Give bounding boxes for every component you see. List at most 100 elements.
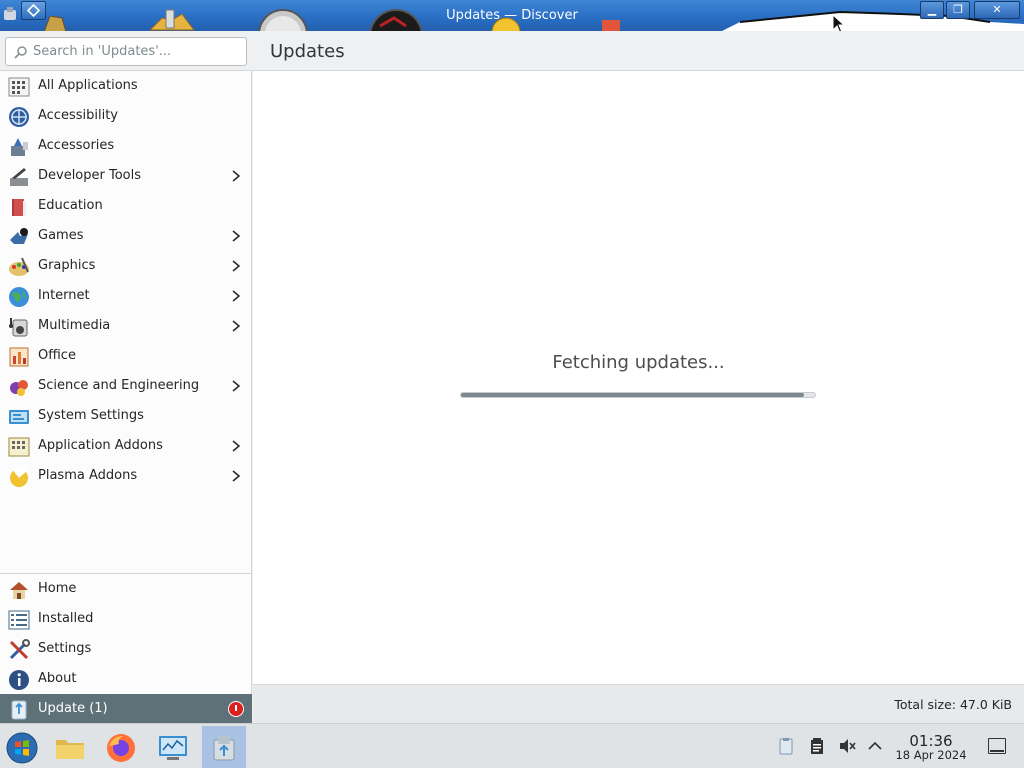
sidebar-item-plasma-addons[interactable]: Plasma Addons [0, 461, 252, 491]
taskbar-file-manager[interactable] [48, 726, 92, 768]
start-menu-button[interactable] [0, 726, 44, 768]
total-size: Total size: 47.0 KiB [894, 697, 1012, 712]
page-title: Updates [270, 41, 345, 62]
alert-badge-icon [228, 701, 244, 717]
sidebar-item-label: Application Addons [38, 438, 163, 453]
sidebar-item-games[interactable]: Games [0, 221, 252, 251]
sidebar-item-system-settings[interactable]: System Settings [0, 401, 252, 431]
maximize-button[interactable]: ❐ [946, 1, 970, 19]
firefox-icon [107, 734, 135, 762]
system-settings-icon [9, 410, 29, 424]
sidebar-item-accessories[interactable]: Accessories [0, 131, 252, 161]
chevron-right-icon [232, 170, 241, 182]
nav-home[interactable]: Home [0, 574, 252, 604]
graphics-icon [9, 257, 29, 276]
search-placeholder: Search in 'Updates'... [33, 44, 172, 59]
sidebar-item-label: Office [38, 348, 76, 363]
grid-icon [8, 77, 30, 97]
sidebar-item-education[interactable]: Education [0, 191, 252, 221]
expand-tray-icon[interactable] [866, 737, 884, 755]
sidebar-item-office[interactable]: Office [0, 341, 252, 371]
nav-settings[interactable]: Settings [0, 634, 252, 664]
chevron-right-icon [232, 470, 241, 482]
mouse-cursor-icon [832, 14, 846, 31]
progress-bar [460, 392, 816, 398]
taskbar-firefox[interactable] [99, 726, 143, 768]
notes-tray-icon[interactable] [808, 737, 826, 755]
show-desktop-icon[interactable] [988, 738, 1006, 754]
sidebar-item-graphics[interactable]: Graphics [0, 251, 252, 281]
chevron-right-icon [232, 440, 241, 452]
sidebar-item-science[interactable]: Science and Engineering [0, 371, 252, 401]
window-title: Updates — Discover [446, 8, 578, 23]
sidebar-item-application-addons[interactable]: Application Addons [0, 431, 252, 461]
games-icon [10, 228, 28, 244]
taskbar-discover[interactable] [202, 726, 246, 768]
progress-fill [461, 393, 805, 397]
sidebar: Search in 'Updates'... All Applications … [0, 31, 252, 724]
taskbar: 01:36 18 Apr 2024 [0, 723, 1024, 768]
sidebar-item-developer-tools[interactable]: Developer Tools [0, 161, 252, 191]
sidebar-item-label: Internet [38, 288, 90, 303]
nav-installed[interactable]: Installed [0, 604, 252, 634]
sidebar-item-label: Developer Tools [38, 168, 142, 183]
system-monitor-icon [159, 736, 187, 760]
updates-footer: Total size: 47.0 KiB [253, 684, 1024, 723]
clock-date[interactable]: 18 Apr 2024 [889, 748, 973, 762]
discover-icon [213, 736, 235, 761]
status-text: Fetching updates... [552, 352, 725, 373]
science-icon [10, 380, 28, 396]
search-bar: Search in 'Updates'... [0, 31, 252, 71]
start-menu-icon [6, 732, 38, 764]
application-addons-icon [8, 437, 30, 457]
page-header: Updates [253, 31, 1024, 71]
nav-label: Home [38, 581, 77, 596]
accessibility-icon [9, 107, 29, 127]
file-manager-icon [56, 740, 84, 759]
sidebar-item-internet[interactable]: Internet [0, 281, 252, 311]
nav-update[interactable]: Update (1) [0, 694, 252, 724]
clipboard-tray-icon[interactable] [777, 737, 795, 755]
sidebar-item-label: Accessibility [38, 108, 118, 123]
search-input[interactable]: Search in 'Updates'... [5, 37, 247, 66]
chevron-right-icon [232, 290, 241, 302]
chevron-right-icon [232, 380, 241, 392]
sidebar-item-label: Plasma Addons [38, 468, 138, 483]
sidebar-item-label: Graphics [38, 258, 96, 273]
sidebar-item-accessibility[interactable]: Accessibility [0, 101, 252, 131]
sidebar-item-label: Science and Engineering [38, 378, 200, 393]
installed-icon [8, 610, 30, 630]
sidebar-item-all-applications[interactable]: All Applications [0, 71, 252, 101]
home-icon [10, 582, 28, 599]
sidebar-item-label: Accessories [38, 138, 115, 153]
chevron-right-icon [232, 230, 241, 242]
sidebar-item-label: Education [38, 198, 103, 213]
sidebar-item-label: Games [38, 228, 84, 243]
multimedia-icon [9, 318, 28, 337]
education-icon [12, 199, 26, 216]
close-button[interactable]: ✕ [974, 1, 1020, 19]
taskbar-system-monitor[interactable] [151, 726, 195, 768]
window-titlebar[interactable]: Updates — Discover ▁ ❐ ✕ [0, 0, 1024, 31]
nav-label: Settings [38, 641, 92, 656]
minimize-button[interactable]: ▁ [920, 1, 944, 19]
office-icon [9, 347, 29, 367]
nav-label: Update (1) [38, 701, 108, 716]
plasma-addons-icon [10, 466, 28, 487]
chevron-right-icon [232, 320, 241, 332]
sidebar-item-label: Multimedia [38, 318, 111, 333]
internet-icon [9, 287, 29, 307]
sidebar-item-multimedia[interactable]: Multimedia [0, 311, 252, 341]
accessories-icon [11, 138, 28, 156]
sidebar-item-label: System Settings [38, 408, 144, 423]
nav-about[interactable]: About [0, 664, 252, 694]
developer-tools-icon [10, 168, 28, 186]
nav-label: About [38, 671, 77, 686]
sidebar-item-label: All Applications [38, 78, 138, 93]
main-content: Updates Fetching updates... Total size: … [253, 31, 1024, 723]
update-icon [11, 700, 27, 720]
nav-label: Installed [38, 611, 94, 626]
volume-muted-icon[interactable] [838, 737, 856, 755]
chevron-right-icon [232, 260, 241, 272]
settings-icon [9, 639, 30, 660]
